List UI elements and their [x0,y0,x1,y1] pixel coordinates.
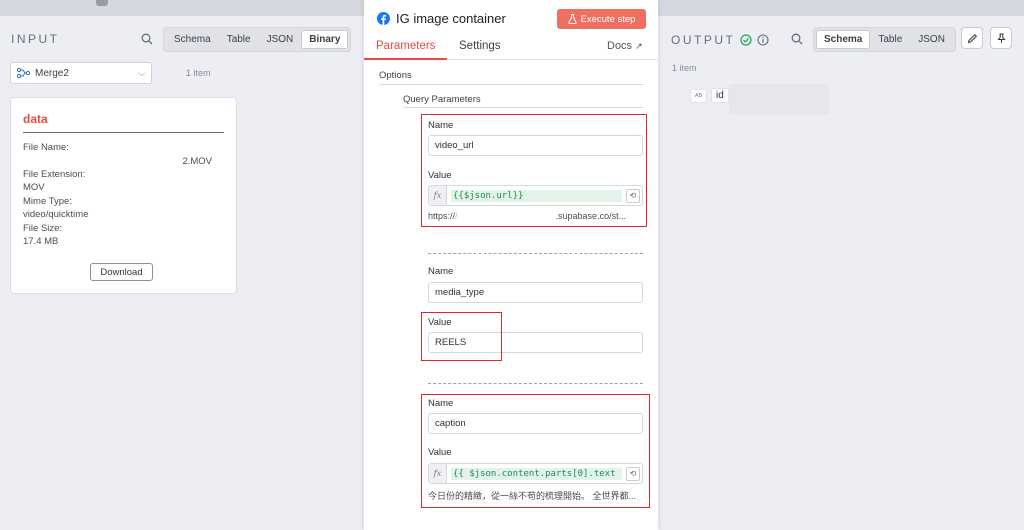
input-view-tabs: Schema Table JSON Binary [163,27,352,52]
tab-parameters[interactable]: Parameters [376,40,435,52]
file-name-label: File Name: [23,142,69,153]
download-button[interactable]: Download [90,263,153,281]
facebook-icon [377,12,390,25]
mime-type-label: Mime Type: [23,196,72,207]
query-params-divider [403,107,643,108]
param2-name-input[interactable]: media_type [428,282,643,303]
card-divider [23,132,224,133]
output-title: OUTPUT [671,33,736,47]
file-size-label: File Size: [23,223,63,234]
success-check-icon [740,34,752,46]
flask-icon [567,14,577,24]
node-title: IG image container [396,11,506,26]
file-ext-value: MOV [23,182,45,193]
tab-binary[interactable]: Binary [301,30,349,49]
schema-field-name: id [711,88,729,103]
highlight-box-media-type [421,312,502,361]
param-separator [428,383,643,384]
docs-label: Docs [607,40,633,52]
schema-field-row[interactable]: AB id [690,88,729,103]
tab-schema[interactable]: Schema [816,30,871,49]
param-separator [428,253,643,254]
external-link-icon: ↗ [635,41,643,51]
file-size-value: 17.4 MB [23,236,59,247]
execute-step-label: Execute step [580,13,636,25]
tab-table[interactable]: Table [870,30,910,49]
input-panel: INPUT Schema Table JSON Binary Merge2 ⌵ … [0,16,364,530]
string-type-icon: AB [690,88,707,103]
node-parameters-panel: IG image container Execute step Paramete… [364,0,658,530]
execute-step-button[interactable]: Execute step [557,9,646,29]
redacted-value [729,84,829,114]
options-label: Options [379,70,412,81]
tab-json[interactable]: JSON [259,30,302,49]
search-icon[interactable] [791,33,803,45]
output-view-tabs: Schema Table JSON [813,27,956,52]
file-ext-label: File Extension: [23,169,86,180]
highlight-box-video-url [421,114,647,227]
search-icon[interactable] [141,33,153,45]
tab-table[interactable]: Table [219,30,259,49]
output-item-count: 1 item [672,63,697,73]
query-params-label: Query Parameters [403,94,481,105]
tab-schema[interactable]: Schema [166,30,219,49]
active-tab-indicator [364,58,447,60]
mime-type-value: video/quicktime [23,209,89,220]
pencil-icon [967,33,977,43]
pin-icon [996,33,1006,43]
binary-card-title: data [23,112,48,126]
node-stub [96,0,108,6]
binary-data-card: data File Name: 2.MOV File Extension: MO… [10,97,237,294]
info-icon[interactable] [757,34,769,46]
input-node-name: Merge2 [35,67,69,79]
chevron-down-icon: ⌵ [138,67,145,78]
docs-link[interactable]: Docs ↗ [607,40,643,52]
merge-node-icon [17,68,30,78]
tab-settings[interactable]: Settings [459,40,501,52]
input-item-count: 1 item [186,68,211,78]
edit-output-button[interactable] [961,27,983,49]
param2-name-label: Name [428,266,454,277]
highlight-box-caption [421,394,650,508]
output-header: OUTPUT [671,33,769,47]
options-divider [379,84,643,85]
input-node-select[interactable]: Merge2 ⌵ [10,62,152,84]
tab-json[interactable]: JSON [910,30,953,49]
file-name-value: 2.MOV [182,156,212,167]
input-title: INPUT [11,32,60,46]
pin-data-button[interactable] [990,27,1012,49]
